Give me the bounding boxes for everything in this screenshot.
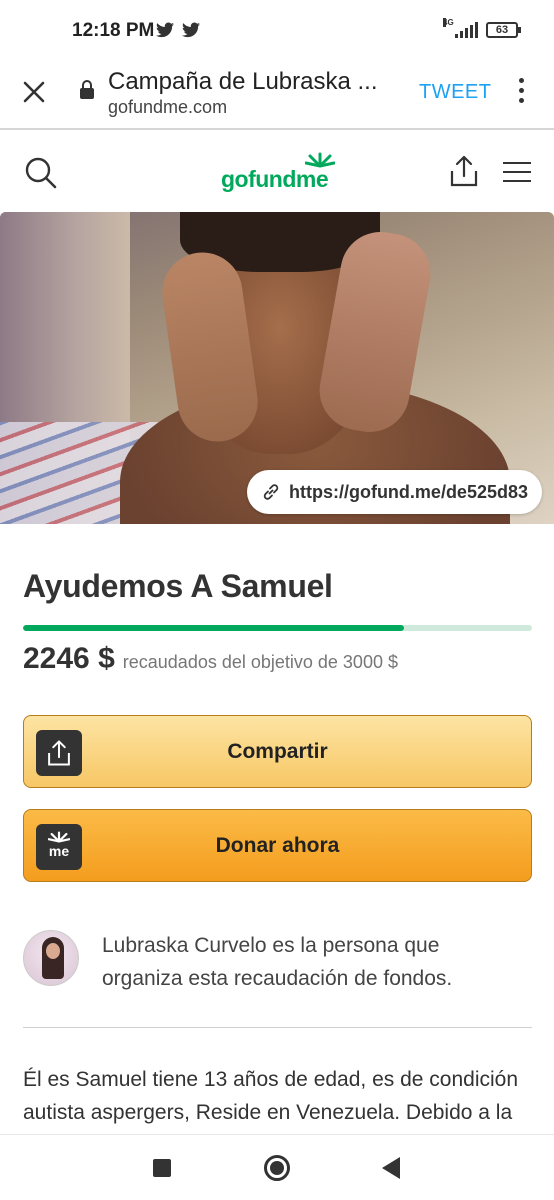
network-type: 4G (443, 18, 454, 27)
divider (23, 1027, 532, 1028)
site-header: gofundme (0, 132, 554, 212)
share-button[interactable]: Compartir (23, 715, 532, 788)
search-icon[interactable] (24, 156, 58, 190)
share-icon (48, 740, 70, 766)
share-button-label: Compartir (227, 739, 328, 763)
progress-bar (23, 625, 532, 631)
back-button[interactable] (382, 1157, 400, 1179)
campaign-hero-image: https://gofund.me/de525d83 (0, 212, 554, 524)
goal-text: recaudados del objetivo de 3000 $ (122, 652, 398, 672)
link-icon (263, 484, 279, 500)
share-button-icon (36, 730, 82, 776)
twitter-icon (182, 22, 200, 38)
campaign-title: Ayudemos A Samuel (23, 568, 333, 604)
amount-row: 2246 $ recaudados del objetivo de 3000 $ (23, 642, 398, 676)
organizer-text: Lubraska Curvelo es la persona que organ… (102, 934, 453, 990)
page-url: gofundme.com (108, 97, 228, 117)
status-bar: 12:18 PM 4G 63 (0, 0, 554, 62)
campaign-story: Él es Samuel tiene 13 años de edad, es d… (23, 1068, 519, 1124)
short-link-pill[interactable]: https://gofund.me/de525d83 (246, 470, 542, 514)
close-icon[interactable] (18, 76, 50, 108)
short-link-text: https://gofund.me/de525d83 (288, 481, 528, 502)
recents-button[interactable] (153, 1159, 171, 1177)
me-text: me (48, 843, 70, 859)
gofundme-me-icon: me (36, 824, 82, 870)
more-vert-icon[interactable] (516, 78, 526, 106)
sprout-icon (48, 831, 70, 843)
status-indicators: 4G 63 (443, 18, 521, 38)
battery-icon: 63 (486, 22, 521, 38)
gofundme-logo[interactable]: gofundme (221, 152, 337, 192)
share-icon[interactable] (449, 154, 479, 188)
organizer-avatar[interactable] (23, 930, 79, 986)
donate-button-label: Donar ahora (215, 833, 340, 857)
tweet-button[interactable]: TWEET (419, 81, 492, 104)
logo-text: gofundme (221, 166, 329, 192)
amount-raised: 2246 $ (23, 642, 115, 675)
signal-icon: 4G (443, 18, 478, 38)
lock-icon (80, 80, 94, 99)
home-button[interactable] (264, 1155, 290, 1181)
twitter-icon (156, 22, 174, 38)
progress-fill (23, 625, 405, 631)
android-nav-bar (0, 1134, 554, 1200)
browser-toolbar: Campaña de Lubraska ... gofundme.com TWE… (0, 62, 554, 130)
hamburger-icon[interactable] (503, 162, 531, 184)
status-time: 12:18 PM (72, 20, 155, 41)
donate-button[interactable]: me Donar ahora (23, 809, 532, 882)
page-title: Campaña de Lubraska ... (108, 68, 378, 95)
